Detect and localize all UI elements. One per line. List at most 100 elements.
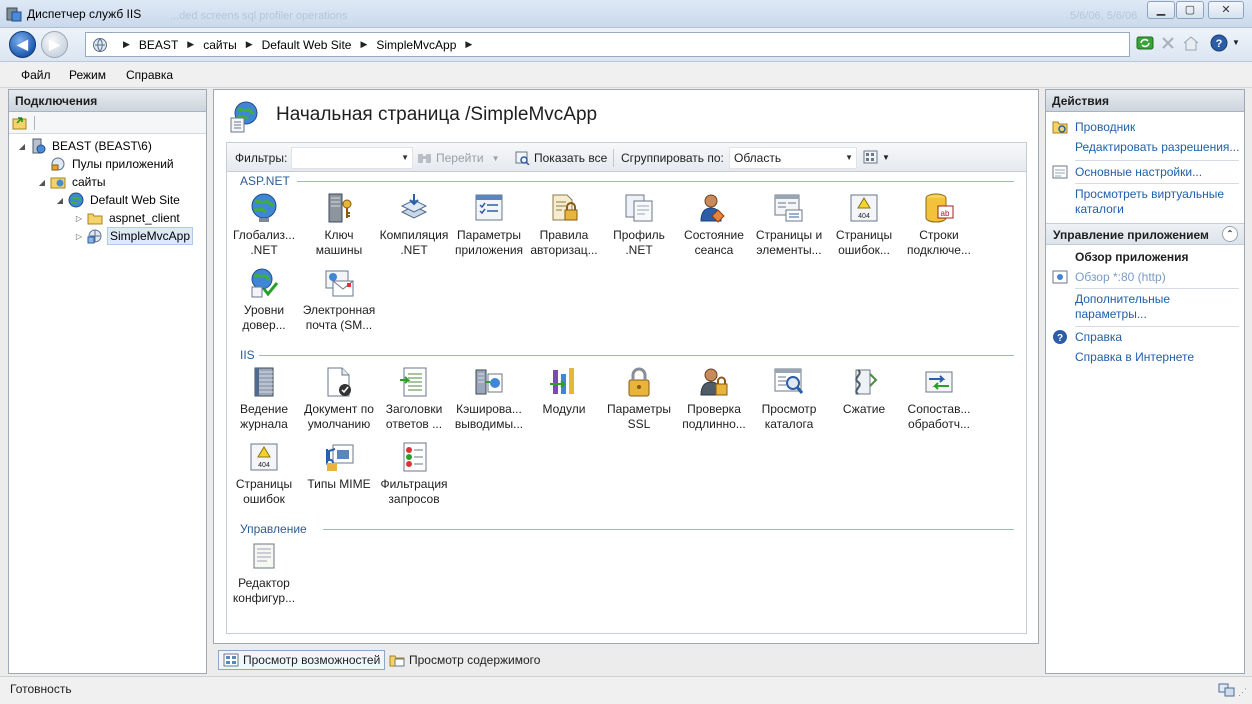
address-field[interactable]: ▶ BEAST ▶ сайты ▶ Default Web Site ▶ Sim… bbox=[85, 32, 1130, 57]
tree-node-aspnet-client[interactable]: ▷ aspnet_client bbox=[74, 209, 182, 227]
breadcrumb-separator-icon[interactable]: ▶ bbox=[246, 39, 253, 50]
feature-label: каталога bbox=[764, 417, 814, 431]
expand-icon[interactable]: ▷ bbox=[74, 214, 84, 223]
refresh-icon[interactable] bbox=[1136, 34, 1154, 52]
tree-node-server[interactable]: ◢ BEAST (BEAST\6) bbox=[17, 137, 154, 155]
feature-profile[interactable]: Профиль .NET bbox=[601, 192, 677, 258]
forward-button[interactable]: ▶ bbox=[41, 31, 68, 58]
connections-panel: Подключения ◢ BEAST (BEAST\6) Пулы прило… bbox=[8, 89, 207, 674]
action-advanced-line2: параметры... bbox=[1075, 307, 1147, 321]
tree-node-simplemvcapp[interactable]: ▷ SimpleMvcApp bbox=[74, 227, 194, 245]
feature-pages-controls[interactable]: Страницы и элементы... bbox=[751, 192, 827, 258]
chevron-down-icon[interactable]: ▼ bbox=[882, 153, 890, 162]
feature-mime-types[interactable]: Типы MIME bbox=[301, 441, 377, 492]
feature-error-pages-iis[interactable]: 404 Страницы ошибок bbox=[226, 441, 302, 507]
minimize-button[interactable]: ▁ bbox=[1147, 1, 1175, 19]
action-help[interactable]: Справка bbox=[1075, 330, 1122, 345]
feature-connection-strings[interactable]: ab Строки подключе... bbox=[901, 192, 977, 258]
tab-features-view[interactable]: Просмотр возможностей bbox=[218, 650, 386, 670]
feature-error-pages-aspnet[interactable]: 404 Страницы ошибок... bbox=[826, 192, 902, 258]
tree-node-default-site[interactable]: ◢ Default Web Site bbox=[55, 191, 182, 209]
breadcrumb-separator-icon[interactable]: ▶ bbox=[123, 39, 130, 50]
feature-authentication[interactable]: Проверка подлинно... bbox=[676, 366, 752, 432]
feature-directory-browsing[interactable]: Просмотр каталога bbox=[751, 366, 827, 432]
feature-label: Фильтрация bbox=[380, 477, 448, 491]
feature-logging[interactable]: Ведение журнала bbox=[226, 366, 302, 432]
action-browse-port[interactable]: Обзор *:80 (http) bbox=[1075, 270, 1166, 285]
feature-default-document[interactable]: Документ по умолчанию bbox=[301, 366, 377, 432]
feature-handler-mappings[interactable]: Сопостав... обработч... bbox=[901, 366, 977, 432]
feature-app-settings[interactable]: Параметры приложения bbox=[451, 192, 527, 258]
action-view-vdirs[interactable]: Просмотреть виртуальные каталоги bbox=[1075, 187, 1224, 217]
feature-session-state[interactable]: Состояние сеанса bbox=[676, 192, 752, 258]
stop-icon[interactable] bbox=[1159, 34, 1177, 52]
tab-content-view[interactable]: Просмотр содержимого bbox=[385, 650, 544, 670]
expand-icon[interactable]: ▷ bbox=[74, 232, 84, 241]
feature-label: Уровни bbox=[243, 303, 285, 317]
feature-label: Ведение bbox=[239, 402, 289, 416]
menu-view[interactable]: Режим bbox=[69, 68, 106, 82]
connections-header: Подключения bbox=[9, 90, 206, 112]
action-explore[interactable]: Проводник bbox=[1075, 120, 1135, 135]
help-icon[interactable]: ? bbox=[1210, 34, 1228, 52]
feature-output-caching[interactable]: Кэширова... выводимы... bbox=[451, 366, 527, 432]
feature-compilation[interactable]: Компиляция .NET bbox=[376, 192, 452, 258]
breadcrumb-separator-icon[interactable]: ▶ bbox=[465, 39, 472, 50]
feature-config-editor[interactable]: Редактор конфигур... bbox=[226, 540, 302, 606]
chevron-down-icon[interactable]: ▼ bbox=[401, 153, 409, 162]
home-icon[interactable] bbox=[1182, 34, 1200, 52]
breadcrumb-site[interactable]: Default Web Site bbox=[262, 38, 352, 52]
collapse-icon[interactable]: ◢ bbox=[55, 196, 65, 205]
help-dropdown-icon[interactable]: ▼ bbox=[1232, 38, 1240, 47]
feature-trust-levels[interactable]: Уровни довер... bbox=[226, 267, 302, 333]
resize-grip-icon[interactable]: ⋰ bbox=[1238, 687, 1247, 698]
breadcrumb-app[interactable]: SimpleMvcApp bbox=[376, 38, 456, 52]
view-tabs: Просмотр возможностей Просмотр содержимо… bbox=[213, 648, 1039, 672]
breadcrumb-sites[interactable]: сайты bbox=[203, 38, 237, 52]
tree-node-sites[interactable]: ◢ сайты bbox=[37, 173, 108, 191]
binoculars-icon bbox=[418, 154, 431, 163]
menu-help[interactable]: Справка bbox=[126, 68, 173, 82]
tree-label: сайты bbox=[72, 175, 106, 189]
collapse-icon[interactable]: ◢ bbox=[17, 142, 27, 151]
breadcrumb-server[interactable]: BEAST bbox=[139, 38, 178, 52]
collapse-icon[interactable]: ◢ bbox=[37, 178, 47, 187]
chevron-down-icon[interactable]: ▼ bbox=[492, 154, 500, 163]
connections-toolbar bbox=[9, 112, 206, 134]
group-by-select[interactable]: Область ▼ bbox=[729, 147, 857, 169]
view-mode-button[interactable]: ▼ bbox=[863, 150, 890, 164]
collapse-up-icon[interactable]: ⌃ bbox=[1222, 226, 1238, 242]
show-all-button[interactable]: Показать все bbox=[515, 151, 607, 165]
menu-file[interactable]: Файл bbox=[21, 68, 51, 82]
filter-input[interactable]: ▼ bbox=[291, 147, 413, 169]
feature-authorization-rules[interactable]: Правила авторизац... bbox=[526, 192, 602, 258]
feature-compression[interactable]: Сжатие bbox=[826, 366, 902, 417]
breadcrumb-separator-icon[interactable]: ▶ bbox=[187, 39, 194, 50]
feature-label: запросов bbox=[388, 492, 440, 506]
feature-machine-key[interactable]: Ключ машины bbox=[301, 192, 377, 258]
action-online-help[interactable]: Справка в Интернете bbox=[1075, 350, 1194, 365]
feature-smtp-email[interactable]: Электронная почта (SM... bbox=[301, 267, 377, 333]
feature-globalization[interactable]: Глобализ... .NET bbox=[226, 192, 302, 258]
group-divider bbox=[323, 529, 1014, 530]
action-advanced-settings[interactable]: Дополнительные параметры... bbox=[1075, 292, 1170, 322]
feature-label: умолчанию bbox=[307, 417, 371, 431]
output-caching-icon bbox=[475, 369, 503, 395]
show-all-icon bbox=[515, 151, 530, 165]
breadcrumb-separator-icon[interactable]: ▶ bbox=[360, 39, 367, 50]
feature-ssl-settings[interactable]: Параметры SSL bbox=[601, 366, 677, 432]
feature-request-filtering[interactable]: Фильтрация запросов bbox=[376, 441, 452, 507]
connect-icon[interactable] bbox=[12, 115, 28, 131]
status-bar: Готовность ⋰ bbox=[0, 676, 1252, 704]
close-button[interactable]: ✕ bbox=[1208, 1, 1244, 19]
action-edit-permissions[interactable]: Редактировать разрешения... bbox=[1075, 140, 1239, 155]
action-basic-settings[interactable]: Основные настройки... bbox=[1075, 165, 1202, 180]
group-header-aspnet: ASP.NET bbox=[240, 174, 290, 188]
maximize-button[interactable]: ▢ bbox=[1176, 1, 1204, 19]
feature-modules[interactable]: Модули bbox=[526, 366, 602, 417]
feature-response-headers[interactable]: Заголовки ответов ... bbox=[376, 366, 452, 432]
tree-node-app-pools[interactable]: Пулы приложений bbox=[37, 155, 176, 173]
go-button[interactable]: Перейти ▼ bbox=[417, 151, 499, 165]
back-button[interactable]: ◀ bbox=[9, 31, 36, 58]
chevron-down-icon[interactable]: ▼ bbox=[845, 153, 853, 162]
